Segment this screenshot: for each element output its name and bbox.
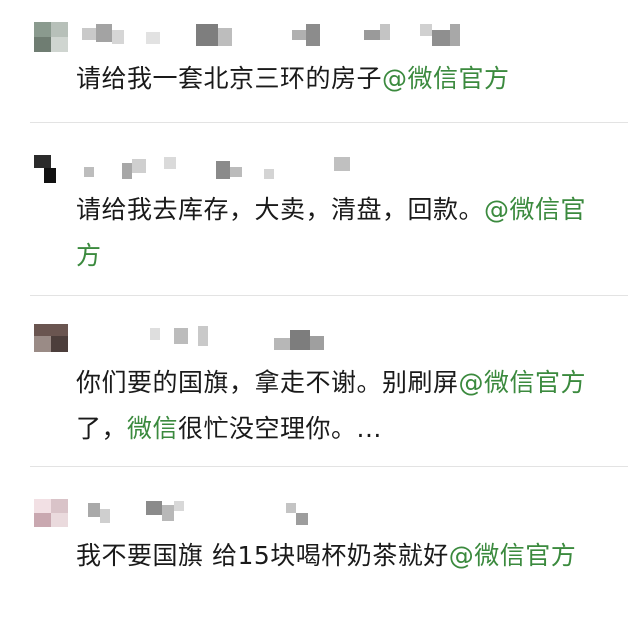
avatar[interactable] — [34, 155, 68, 185]
post-text-body: 我不要国旗 给15块喝杯奶茶就好 — [76, 541, 449, 570]
comment-feed: 请给我一套北京三环的房子@微信官方 请给我去库存，大卖，清盘，回款。@微信官方 … — [0, 0, 628, 628]
username-pixelated[interactable] — [74, 501, 554, 527]
list-item[interactable]: 你们要的国旗，拿走不谢。别刷屏@微信官方了，微信很忙没空理你。... — [0, 296, 628, 466]
avatar[interactable] — [34, 324, 68, 354]
post-header — [34, 499, 594, 529]
post-header — [34, 22, 594, 52]
username-pixelated[interactable] — [74, 326, 554, 352]
post-text: 你们要的国旗，拿走不谢。别刷屏@微信官方了，微信很忙没空理你。... — [76, 360, 610, 452]
post-text-body: 请给我一套北京三环的房子 — [76, 64, 383, 93]
username-pixelated[interactable] — [74, 157, 554, 183]
mention-link[interactable]: @微信官方 — [459, 368, 587, 397]
list-item[interactable]: 我不要国旗 给15块喝杯奶茶就好@微信官方 — [0, 467, 628, 628]
list-item[interactable]: 请给我去库存，大卖，清盘，回款。@微信官方 — [0, 123, 628, 295]
post-text-tail: 很忙没空理你。... — [178, 414, 382, 443]
avatar[interactable] — [34, 499, 68, 529]
username-pixelated[interactable] — [74, 24, 554, 50]
post-text-body: 你们要的国旗，拿走不谢。别刷屏 — [76, 368, 459, 397]
post-header — [34, 155, 594, 185]
post-text: 请给我去库存，大卖，清盘，回款。@微信官方 — [76, 187, 610, 279]
mention-link[interactable]: @微信官方 — [449, 541, 577, 570]
list-item[interactable]: 请给我一套北京三环的房子@微信官方 — [0, 0, 628, 122]
avatar[interactable] — [34, 22, 68, 52]
post-text-body: 请给我去库存，大卖，清盘，回款。 — [76, 195, 485, 224]
post-text-middle: 了， — [76, 414, 128, 443]
post-header — [34, 324, 594, 354]
mention-link[interactable]: @微信官方 — [382, 64, 510, 93]
post-text: 我不要国旗 给15块喝杯奶茶就好@微信官方 — [76, 533, 610, 579]
post-text: 请给我一套北京三环的房子@微信官方 — [76, 56, 610, 102]
mention-link-2[interactable]: 微信 — [127, 414, 178, 443]
